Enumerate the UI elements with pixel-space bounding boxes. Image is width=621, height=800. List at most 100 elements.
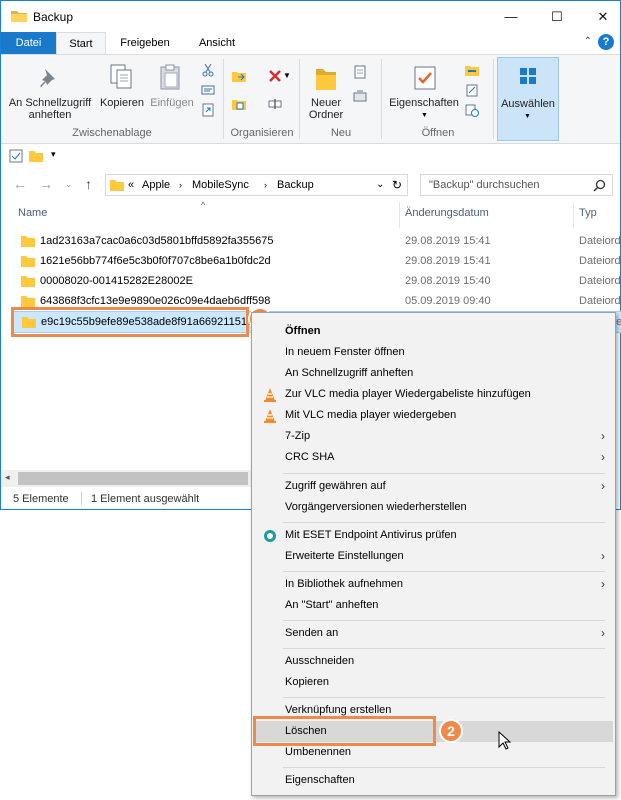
forward-arrow-icon[interactable]: → <box>39 176 53 192</box>
column-header-type[interactable]: Typ <box>579 207 597 219</box>
menu-item-pin-quick-access[interactable]: An Schnellzugriff anheften <box>254 363 613 384</box>
address-overflow[interactable]: « <box>128 179 134 191</box>
breadcrumb-separator-icon: › <box>264 180 267 190</box>
quick-access-toolbar: ▾ <box>1 144 620 168</box>
address-bar[interactable]: « Apple › MobileSync › Backup ⌄ ↻ <box>105 174 408 196</box>
menu-item-send-to[interactable]: Senden an › <box>254 623 613 644</box>
menu-separator <box>283 648 605 649</box>
column-header-date[interactable]: Änderungsdatum <box>405 207 489 219</box>
breadcrumb-mobilesync[interactable]: MobileSync <box>192 179 249 191</box>
breadcrumb-backup[interactable]: Backup <box>277 179 314 191</box>
history-icon[interactable] <box>465 103 479 117</box>
file-name: 1621e56bb774f6e5c3b0f0f707c8be6a1b0fdc2d <box>40 255 271 267</box>
menu-item-restore-versions[interactable]: Vorgängerversionen wiederherstellen <box>254 497 613 518</box>
file-row[interactable]: 00008020-001415282E28002E 29.08.2019 15:… <box>13 271 621 291</box>
help-icon[interactable]: ? <box>598 34 614 50</box>
new-folder-label-line1: Neuer <box>311 97 341 109</box>
menu-item-label: In neuem Fenster öffnen <box>285 346 405 358</box>
checkbox-properties-icon[interactable] <box>9 149 23 163</box>
copy-path-icon[interactable] <box>201 83 215 97</box>
paste-shortcut-icon[interactable] <box>201 103 215 117</box>
new-item-icon[interactable] <box>353 65 367 79</box>
menu-item-cut[interactable]: Ausschneiden <box>254 651 613 672</box>
title-bar: Backup — ☐ ✕ <box>1 1 620 32</box>
customize-toolbar-icon[interactable]: ▾ <box>51 149 56 160</box>
move-to-icon[interactable] <box>232 69 246 83</box>
tab-freigeben[interactable]: Freigeben <box>112 32 178 54</box>
menu-item-label: Zugriff gewähren auf <box>285 480 386 492</box>
menu-item-7zip[interactable]: 7-Zip › <box>254 426 613 447</box>
paste-icon <box>160 64 180 90</box>
menu-separator <box>283 473 605 474</box>
menu-item-advanced-settings[interactable]: Erweiterte Einstellungen › <box>254 546 613 567</box>
menu-item-label: Öffnen <box>285 325 321 337</box>
file-name: 00008020-001415282E28002E <box>40 275 193 287</box>
open-icon[interactable] <box>465 63 479 77</box>
menu-item-label: Senden an <box>285 627 339 639</box>
file-row[interactable]: 1ad23163a7cac0a6c03d5801bffd5892fa355675… <box>13 231 621 251</box>
rename-icon[interactable] <box>268 97 282 111</box>
menu-item-grant-access[interactable]: Zugriff gewähren auf › <box>254 476 613 497</box>
easy-access-icon[interactable] <box>353 89 367 103</box>
maximize-button[interactable]: ☐ <box>534 1 580 32</box>
menu-item-copy[interactable]: Kopieren <box>254 672 613 693</box>
back-arrow-icon[interactable]: ← <box>13 176 27 192</box>
breadcrumb-apple[interactable]: Apple <box>142 179 170 191</box>
file-date: 29.08.2019 15:41 <box>405 235 491 247</box>
search-placeholder: "Backup" durchsuchen <box>429 179 540 191</box>
close-button[interactable]: ✕ <box>580 1 621 32</box>
chevron-down-icon[interactable]: ▼ <box>283 71 291 80</box>
ribbon-separator <box>223 59 224 139</box>
search-input[interactable]: "Backup" durchsuchen <box>420 174 613 196</box>
menu-separator <box>283 620 605 621</box>
menu-item-pin-start[interactable]: An "Start" anheften <box>254 595 613 616</box>
pin-label-line1: An Schnellzugriff <box>8 97 92 109</box>
menu-item-vlc-play[interactable]: Mit VLC media player wiedergeben <box>254 405 613 426</box>
menu-separator <box>283 767 605 768</box>
tab-ansicht[interactable]: Ansicht <box>187 32 247 54</box>
menu-separator <box>283 571 605 572</box>
menu-item-crc-sha[interactable]: CRC SHA › <box>254 447 613 468</box>
delete-x-icon[interactable] <box>268 69 282 83</box>
menu-item-eset-scan[interactable]: Mit ESET Endpoint Antivirus prüfen <box>254 525 613 546</box>
chevron-up-icon[interactable]: ⌃ <box>584 36 592 47</box>
menu-item-open[interactable]: Öffnen <box>254 321 613 342</box>
new-folder-label-line2: Ordner <box>308 109 344 121</box>
address-dropdown-icon[interactable]: ⌄ <box>376 179 384 190</box>
menu-item-open-new-window[interactable]: In neuem Fenster öffnen <box>254 342 613 363</box>
menu-item-properties[interactable]: Eigenschaften <box>254 770 613 791</box>
folder-icon <box>21 276 35 287</box>
search-icon[interactable] <box>593 179 606 192</box>
refresh-icon[interactable]: ↻ <box>392 178 402 192</box>
file-row[interactable]: 1621e56bb774f6e5c3b0f0f707c8be6a1b0fdc2d… <box>13 251 621 271</box>
scissors-icon[interactable] <box>201 63 215 77</box>
chevron-down-icon: ▼ <box>421 112 428 119</box>
highlight-delete-item <box>253 716 436 746</box>
group-open-label: Öffnen <box>421 127 455 139</box>
recent-dropdown-icon[interactable]: ⌄ <box>65 179 73 190</box>
menu-item-vlc-add-playlist[interactable]: Zur VLC media player Wiedergabeliste hin… <box>254 384 613 405</box>
copy-label: Kopieren <box>99 97 145 109</box>
select-button[interactable]: Auswählen ▼ <box>497 57 559 141</box>
tab-datei[interactable]: Datei <box>1 32 56 54</box>
select-label: Auswählen <box>501 98 555 110</box>
tab-start[interactable]: Start <box>56 32 106 54</box>
up-arrow-icon[interactable]: ↑ <box>85 176 92 192</box>
file-name: 1ad23163a7cac0a6c03d5801bffd5892fa355675 <box>40 235 274 247</box>
menu-item-label: Kopieren <box>285 676 330 688</box>
folder-icon[interactable] <box>29 150 43 162</box>
minimize-button[interactable]: — <box>488 1 534 32</box>
menu-item-label: In Bibliothek aufnehmen <box>285 578 404 590</box>
file-date: 29.08.2019 15:40 <box>405 275 491 287</box>
mouse-cursor-icon <box>498 731 512 750</box>
group-organize-label: Organisieren <box>230 127 294 139</box>
horizontal-scrollbar[interactable]: ◂ <box>1 470 252 487</box>
scroll-left-icon[interactable]: ◂ <box>5 472 10 483</box>
scrollbar-thumb[interactable] <box>18 472 248 485</box>
copy-to-icon[interactable] <box>232 97 246 111</box>
file-type: Dateiord <box>579 295 621 307</box>
column-header-name[interactable]: Name <box>18 207 47 219</box>
menu-item-include-library[interactable]: In Bibliothek aufnehmen › <box>254 574 613 595</box>
edit-icon[interactable] <box>465 83 479 97</box>
group-clipboard-label: Zwischenablage <box>72 127 152 139</box>
